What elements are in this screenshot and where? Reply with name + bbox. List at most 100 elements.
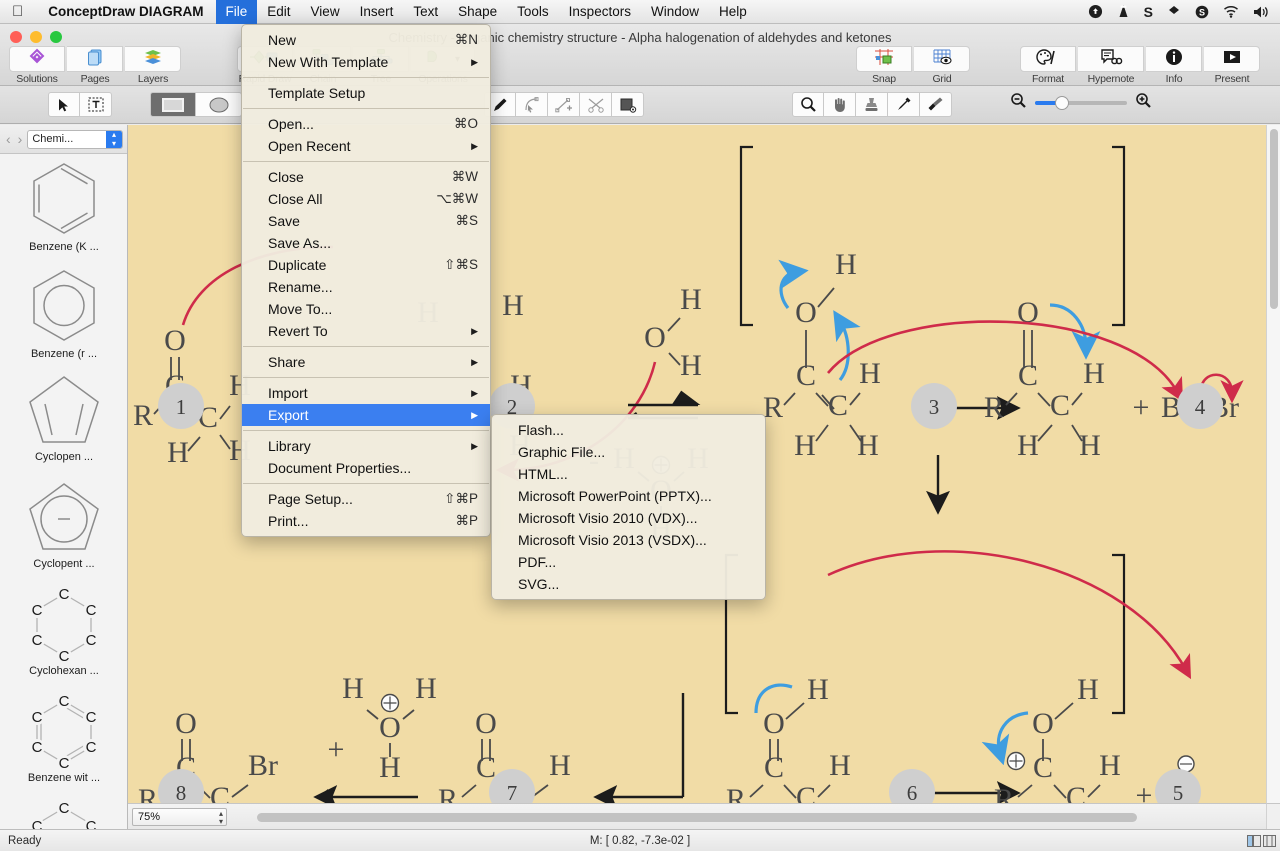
shadow-tool[interactable]: [612, 92, 644, 117]
paintbrush-tool[interactable]: [920, 92, 952, 117]
toolbar-solutions[interactable]: Solutions: [8, 46, 66, 85]
menu-tools[interactable]: Tools: [507, 0, 559, 24]
ellipse-tool[interactable]: [196, 92, 242, 117]
dropbox-icon[interactable]: [1160, 5, 1188, 19]
menu-item-close-all[interactable]: Close All ⌥⌘W: [242, 188, 490, 210]
menu-item-revert-to[interactable]: Revert To ▶: [242, 320, 490, 342]
menu-item-print[interactable]: Print... ⌘P: [242, 510, 490, 532]
rectangle-tool[interactable]: [150, 92, 196, 117]
status-view-icons[interactable]: [1247, 835, 1276, 847]
shape-item-cyclohexane[interactable]: C C C C C C Cyclohexan ...: [0, 586, 128, 693]
menu-edit[interactable]: Edit: [257, 0, 300, 24]
export-item-visio-2010[interactable]: Microsoft Visio 2010 (VDX)...: [492, 507, 765, 529]
library-forward-icon[interactable]: ›: [16, 131, 25, 147]
eyedropper-tool[interactable]: [888, 92, 920, 117]
svg-text:R: R: [726, 783, 746, 803]
export-item-svg[interactable]: SVG...: [492, 573, 765, 595]
pointer-tool[interactable]: [48, 92, 80, 117]
stamp-tool[interactable]: [856, 92, 888, 117]
toolbar-pages[interactable]: Pages: [66, 46, 124, 85]
menu-item-label: Move To...: [268, 301, 478, 317]
zoom-stepper-icon[interactable]: ▴▾: [219, 810, 223, 826]
zoom-level-combo[interactable]: 75% ▴▾: [132, 808, 227, 826]
export-item-visio-2013[interactable]: Microsoft Visio 2013 (VSDX)...: [492, 529, 765, 551]
file-menu-dropdown[interactable]: New ⌘N New With Template ▶ Template Setu…: [241, 24, 491, 537]
hand-tool[interactable]: [824, 92, 856, 117]
toolbar-info[interactable]: Info: [1145, 46, 1203, 85]
menu-item-rename[interactable]: Rename...: [242, 276, 490, 298]
toolbar-snap[interactable]: Snap: [855, 46, 913, 85]
skype-icon[interactable]: S: [1188, 5, 1216, 19]
volume-icon[interactable]: [1246, 5, 1280, 19]
horizontal-scrollbar[interactable]: [231, 810, 1262, 824]
menu-item-save-as[interactable]: Save As...: [242, 232, 490, 254]
vertical-scrollbar[interactable]: [1266, 125, 1280, 803]
zoom-out-icon[interactable]: [1010, 92, 1027, 114]
toolbar-present[interactable]: Present: [1203, 46, 1261, 85]
shape-item-benzene-ring[interactable]: Benzene (r ...: [0, 265, 128, 372]
shape-label: Benzene (K ...: [29, 241, 99, 253]
zoom-in-icon[interactable]: [1135, 92, 1152, 114]
zoom-tool[interactable]: [792, 92, 824, 117]
menu-item-new[interactable]: New ⌘N: [242, 29, 490, 51]
s-app-icon[interactable]: S: [1137, 4, 1160, 20]
export-item-flash[interactable]: Flash...: [492, 419, 765, 441]
svg-text:R: R: [438, 783, 458, 803]
menu-help[interactable]: Help: [709, 0, 757, 24]
menu-item-new-with-template[interactable]: New With Template ▶: [242, 51, 490, 73]
menu-text[interactable]: Text: [403, 0, 448, 24]
menu-item-template-setup[interactable]: Template Setup: [242, 82, 490, 104]
svg-text:C: C: [210, 781, 230, 803]
scissors-tool[interactable]: [580, 92, 612, 117]
bezier-tool[interactable]: [516, 92, 548, 117]
menu-item-library[interactable]: Library ▶: [242, 435, 490, 457]
shape-item-cyclopentadiene[interactable]: Cyclopen ...: [0, 372, 128, 479]
add-point-tool[interactable]: [548, 92, 580, 117]
export-item-graphic-file[interactable]: Graphic File...: [492, 441, 765, 463]
menu-item-duplicate[interactable]: Duplicate ⇧⌘S: [242, 254, 490, 276]
zoom-slider[interactable]: [1035, 101, 1127, 105]
horizontal-scroll-thumb[interactable]: [257, 813, 1137, 822]
vertical-scroll-thumb[interactable]: [1270, 129, 1278, 309]
export-item-pdf[interactable]: PDF...: [492, 551, 765, 573]
toolbar-grid[interactable]: Grid: [913, 46, 971, 85]
menu-item-close[interactable]: Close ⌘W: [242, 166, 490, 188]
menu-window[interactable]: Window: [641, 0, 709, 24]
menu-item-import[interactable]: Import ▶: [242, 382, 490, 404]
toolbar-layers[interactable]: Layers: [124, 46, 182, 85]
shape-item-partial-ring[interactable]: C C C: [0, 800, 128, 829]
shape-item-benzene-kekule[interactable]: Benzene (K ...: [0, 158, 128, 265]
menu-file[interactable]: File: [216, 0, 258, 24]
text-select-tool[interactable]: [80, 92, 112, 117]
menu-item-share[interactable]: Share ▶: [242, 351, 490, 373]
menu-view[interactable]: View: [301, 0, 350, 24]
vlc-cone-icon[interactable]: [1110, 4, 1137, 19]
menu-item-page-setup[interactable]: Page Setup... ⇧⌘P: [242, 488, 490, 510]
library-stepper-icon[interactable]: ▴▾: [106, 130, 122, 149]
library-back-icon[interactable]: ‹: [4, 131, 13, 147]
menu-item-save[interactable]: Save ⌘S: [242, 210, 490, 232]
shape-item-benzene-with-carbons[interactable]: C C C C C C Benzene wit ...: [0, 693, 128, 800]
wifi-icon[interactable]: [1216, 5, 1246, 18]
export-item-powerpoint[interactable]: Microsoft PowerPoint (PPTX)...: [492, 485, 765, 507]
toolbar-hypernote[interactable]: Hypernote: [1077, 46, 1145, 85]
cloud-upload-icon[interactable]: [1081, 4, 1110, 19]
export-item-html[interactable]: HTML...: [492, 463, 765, 485]
menu-item-open-recent[interactable]: Open Recent ▶: [242, 135, 490, 157]
shape-item-cyclopentadienyl[interactable]: Cyclopent ...: [0, 479, 128, 586]
svg-text:H: H: [1077, 673, 1099, 706]
svg-text:C: C: [32, 632, 43, 649]
apple-logo-icon[interactable]: : [0, 4, 36, 19]
toolbar-format[interactable]: Format: [1019, 46, 1077, 85]
export-submenu[interactable]: Flash... Graphic File... HTML... Microso…: [491, 414, 766, 600]
menu-inspectors[interactable]: Inspectors: [559, 0, 641, 24]
menu-shape[interactable]: Shape: [448, 0, 507, 24]
zoom-slider-knob[interactable]: [1055, 96, 1069, 110]
menu-item-move-to[interactable]: Move To...: [242, 298, 490, 320]
menu-item-open[interactable]: Open... ⌘O: [242, 113, 490, 135]
menu-item-export[interactable]: Export ▶: [242, 404, 490, 426]
menu-item-document-properties[interactable]: Document Properties...: [242, 457, 490, 479]
menu-item-label: Open Recent: [268, 138, 471, 154]
library-selector[interactable]: Chemi... ▴▾: [27, 130, 123, 149]
menu-insert[interactable]: Insert: [350, 0, 404, 24]
